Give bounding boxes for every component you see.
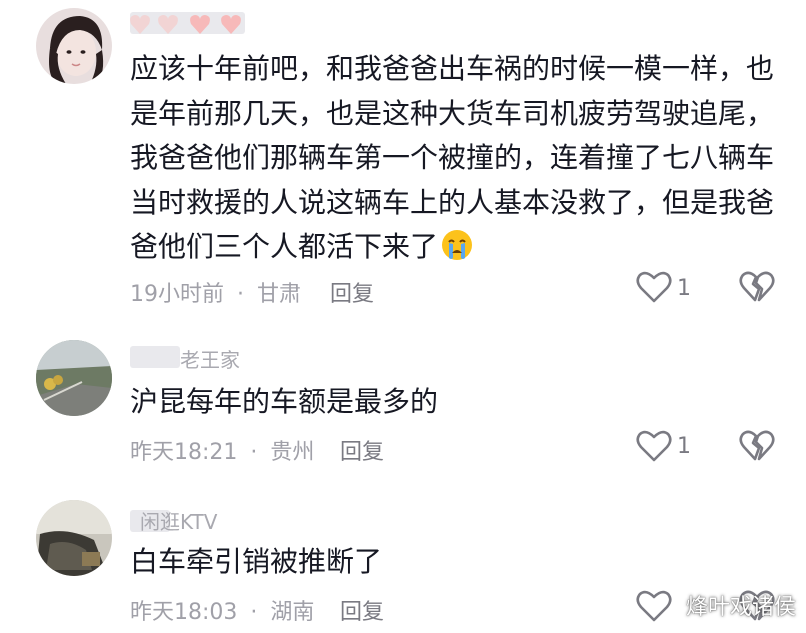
comment-meta: 昨天18:03 · 湖南 [130, 594, 314, 626]
broken-heart-icon [739, 271, 775, 302]
comment-text: 白车牵引销被推断了 [130, 545, 383, 578]
like-button[interactable] [636, 589, 672, 627]
avatar[interactable] [36, 340, 112, 416]
comment-location: 湖南 [270, 600, 315, 625]
comment-text: 应该十年前吧，和我爸爸出车祸的时候一模一样，也是年前那几天，也是这种大货车司机疲… [130, 47, 780, 276]
comment-location: 贵州 [270, 440, 315, 465]
reply-button[interactable]: 回复 [330, 276, 374, 308]
username[interactable]: 老王家 [180, 344, 240, 373]
comment-time: 19小时前 [130, 282, 224, 307]
username[interactable]: 闲逛KTV [140, 506, 217, 535]
like-button[interactable] [636, 429, 672, 467]
meta-separator: · [237, 282, 244, 307]
comment-meta: 昨天18:21 · 贵州 [130, 434, 314, 466]
heart-outline-icon [636, 590, 672, 622]
comment-time: 昨天18:03 [130, 600, 238, 625]
heart-outline-icon [636, 271, 672, 303]
dislike-button[interactable] [739, 429, 775, 467]
heart-decoration-icon [130, 15, 241, 34]
avatar[interactable] [36, 500, 112, 576]
meta-separator: · [250, 440, 258, 465]
username-blur [130, 346, 180, 368]
comment-time: 昨天18:21 [130, 440, 238, 465]
like-count: 1 [677, 276, 691, 301]
comment-location: 甘肃 [257, 282, 302, 307]
comment-text: 沪昆每年的车额是最多的 [130, 385, 439, 418]
like-button[interactable] [636, 270, 672, 308]
dislike-button[interactable] [739, 270, 775, 308]
heart-outline-icon [636, 430, 672, 462]
avatar[interactable] [36, 8, 112, 84]
broken-heart-icon [739, 430, 775, 461]
meta-separator: · [250, 600, 258, 625]
reply-button[interactable]: 回复 [340, 434, 384, 466]
comment-meta: 19小时前 · 甘肃 [130, 276, 301, 308]
watermark: 烽叶戏诸侯 [685, 595, 796, 620]
like-count: 1 [677, 434, 691, 459]
crying-face-icon [440, 228, 474, 276]
reply-button[interactable]: 回复 [340, 594, 384, 626]
